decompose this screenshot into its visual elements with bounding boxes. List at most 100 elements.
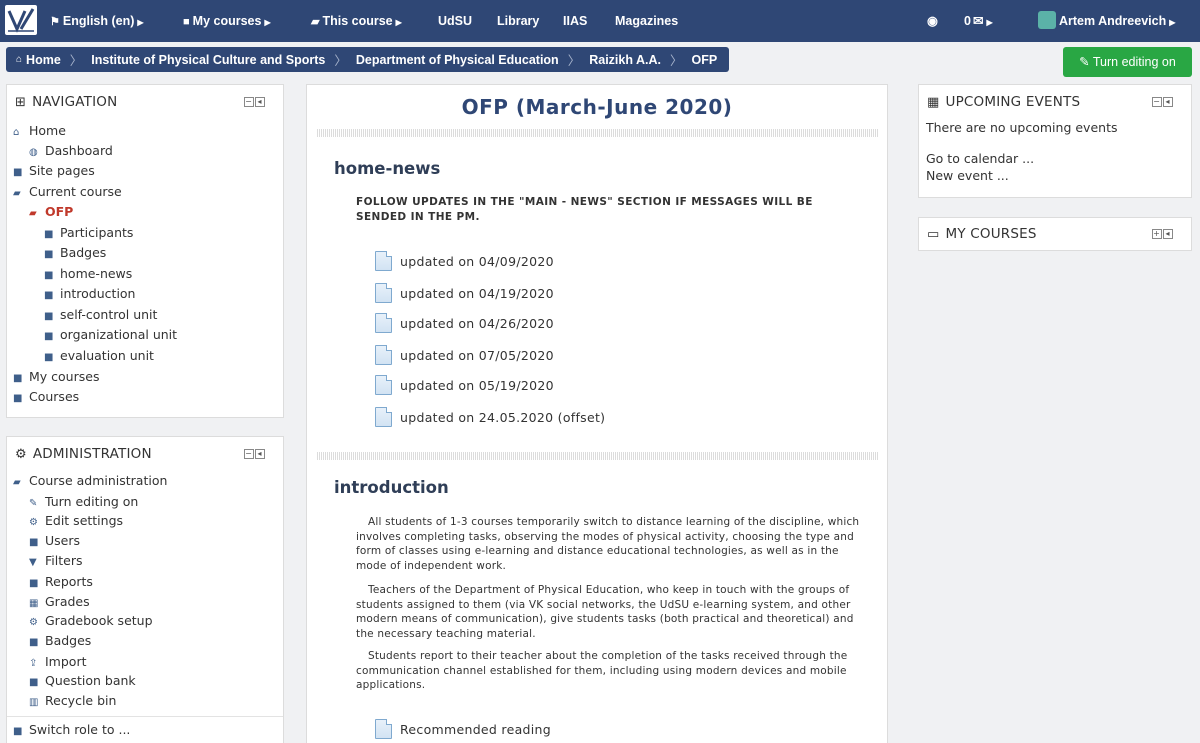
activity-link[interactable]: updated on 05/19/2020 — [375, 375, 554, 395]
caret-right-icon: ▶ — [986, 18, 993, 27]
nav-item-organizational-unit[interactable]: ■ organizational unit — [44, 327, 177, 342]
nav-item-participants[interactable]: ■ Participants — [44, 225, 133, 240]
nav-item-self-control-unit[interactable]: ■ self-control unit — [44, 307, 157, 322]
admin-item-course-administration[interactable]: ▰ Course administration — [13, 473, 167, 488]
nav-item-current-course[interactable]: ▰ Current course — [13, 184, 122, 199]
caret-right-icon: ▶ — [137, 18, 144, 27]
admin-item-filters[interactable]: ▼ Filters — [29, 553, 82, 568]
caret-right-icon: ▶ — [264, 18, 271, 27]
administration-block: ⚙ ADMINISTRATION − ◂ ▰ Course administratio… — [6, 436, 284, 743]
monitor-icon: ▭ — [927, 227, 940, 242]
nav-item-ofp[interactable]: ▰ OFP — [29, 204, 73, 219]
activity-link[interactable]: updated on 24.05.2020 (offset) — [375, 407, 605, 427]
breadcrumb-separator-icon: 〉 — [567, 54, 581, 68]
section-paragraph: All students of 1-3 courses temporarily … — [356, 516, 860, 572]
admin-item-grades[interactable]: ▦ Grades — [29, 594, 90, 609]
home-icon: ⌂ — [13, 127, 20, 138]
folder-icon: ■ — [29, 677, 39, 688]
collapse-icon[interactable]: − — [1152, 97, 1162, 107]
nav-item-home[interactable]: ⌂ Home — [13, 123, 66, 138]
nav-item-home-news[interactable]: ■ home-news — [44, 266, 132, 281]
breadcrumb-home[interactable]: Home — [26, 53, 61, 67]
breadcrumb-institute[interactable]: Institute of Physical Culture and Sports — [91, 53, 325, 67]
activity-link[interactable]: updated on 07/05/2020 — [375, 345, 554, 365]
folder-icon: ■ — [13, 373, 23, 384]
folder-icon: ■ — [13, 393, 23, 404]
activity-link[interactable]: updated on 04/19/2020 — [375, 283, 554, 303]
turn-editing-on-button[interactable]: ✎ Turn editing on — [1063, 47, 1192, 77]
admin-item-reports[interactable]: ■ Reports — [29, 574, 93, 589]
site-logo[interactable] — [5, 5, 37, 35]
section-title-introduction[interactable]: introduction — [334, 478, 449, 497]
dock-icon[interactable]: ◂ — [1163, 97, 1173, 107]
nav-link-magazines[interactable]: Magazines — [615, 0, 678, 42]
folder-icon: ■ — [44, 331, 54, 342]
my-courses-block: ▭ MY COURSES + ◂ — [918, 217, 1192, 251]
file-icon — [375, 375, 392, 395]
admin-item-gradebook-setup[interactable]: ⚙ Gradebook setup — [29, 613, 153, 628]
breadcrumb-separator-icon: 〉 — [69, 54, 83, 68]
go-to-calendar-link[interactable]: Go to calendar ... — [926, 151, 1034, 166]
collapse-icon[interactable]: − — [244, 449, 254, 459]
admin-item-recycle-bin[interactable]: ▥ Recycle bin — [29, 693, 116, 708]
folder-icon: ■ — [44, 270, 54, 281]
caret-right-icon: ▶ — [1169, 18, 1176, 27]
breadcrumb-course[interactable]: OFP — [692, 53, 718, 67]
language-menu[interactable]: ⚑ English (en) ▶ — [50, 0, 144, 42]
dock-icon[interactable]: ◂ — [1163, 229, 1173, 239]
dock-icon[interactable]: ◂ — [255, 97, 265, 107]
navigation-block: ⊞ NAVIGATION − ◂ ⌂ Home ◍ Dashboard ■ Site pa… — [6, 84, 284, 418]
nav-item-introduction[interactable]: ■ introduction — [44, 286, 135, 301]
admin-item-badges[interactable]: ■ Badges — [29, 633, 91, 648]
admin-item-switch-role[interactable]: ■ Switch role to ... — [13, 722, 130, 737]
admin-item-question-bank[interactable]: ■ Question bank — [29, 673, 136, 688]
breadcrumb-department[interactable]: Department of Physical Education — [356, 53, 559, 67]
file-icon — [375, 313, 392, 333]
nav-item-my-courses[interactable]: ■ My courses — [13, 369, 99, 384]
my-courses-title: ▭ MY COURSES — [927, 226, 1037, 242]
nav-link-iias[interactable]: IIAS — [563, 0, 587, 42]
toggle-icon[interactable]: ◉ — [927, 0, 938, 42]
folder-open-icon: ▰ — [13, 188, 21, 199]
nav-link-udsu[interactable]: UdSU — [438, 0, 472, 42]
nav-item-evaluation-unit[interactable]: ■ evaluation unit — [44, 348, 154, 363]
file-icon — [375, 283, 392, 303]
breadcrumb-separator-icon: 〉 — [334, 54, 347, 68]
folder-icon: ■ — [13, 726, 23, 737]
this-course-menu[interactable]: ▰ This course ▶ — [311, 0, 402, 42]
file-icon — [375, 719, 392, 739]
admin-item-edit-settings[interactable]: ⚙ Edit settings — [29, 513, 123, 528]
section-paragraph: Students report to their teacher about t… — [356, 650, 848, 692]
nav-item-dashboard[interactable]: ◍ Dashboard — [29, 143, 113, 158]
activity-link[interactable]: updated on 04/09/2020 — [375, 251, 554, 271]
nav-item-badges[interactable]: ■ Badges — [44, 245, 106, 260]
cogs-icon: ⚙ — [15, 447, 27, 462]
breadcrumb-teacher[interactable]: Raizikh A.A. — [589, 53, 661, 67]
messages-menu[interactable]: 0 ✉ ▶ — [964, 0, 993, 42]
envelope-icon: ✉ — [972, 14, 984, 28]
user-menu[interactable]: Artem Andreevich ▶ — [1038, 0, 1175, 42]
admin-item-users[interactable]: ■ Users — [29, 533, 80, 548]
new-event-link[interactable]: New event ... — [926, 168, 1009, 183]
page-title: OFP (March-June 2020) — [461, 95, 733, 119]
section-title-home-news[interactable]: home-news — [334, 159, 440, 178]
folder-icon: ■ — [44, 290, 54, 301]
top-navbar: ⚑ English (en) ▶ ■ My courses ▶ ▰ This course… — [0, 0, 1200, 42]
nav-item-courses[interactable]: ■ Courses — [13, 389, 79, 404]
expand-icon[interactable]: + — [1152, 229, 1162, 239]
admin-item-turn-editing-on[interactable]: ✎ Turn editing on — [29, 494, 138, 509]
my-courses-menu[interactable]: ■ My courses ▶ — [183, 0, 271, 42]
activity-link[interactable]: updated on 04/26/2020 — [375, 313, 554, 333]
avatar — [1038, 11, 1056, 29]
home-icon: ⌂ — [16, 54, 23, 65]
collapse-icon[interactable]: − — [244, 97, 254, 107]
nav-link-library[interactable]: Library — [497, 0, 539, 42]
nav-item-site-pages[interactable]: ■ Site pages — [13, 163, 95, 178]
activity-link-recommended-reading[interactable]: Recommended reading — [375, 719, 551, 739]
divider — [7, 716, 283, 717]
dock-icon[interactable]: ◂ — [255, 449, 265, 459]
admin-item-import[interactable]: ⇪ Import — [29, 654, 87, 669]
folder-icon: ■ — [29, 537, 39, 548]
block-controls: − ◂ — [1151, 97, 1173, 107]
filter-icon: ▼ — [29, 557, 37, 568]
